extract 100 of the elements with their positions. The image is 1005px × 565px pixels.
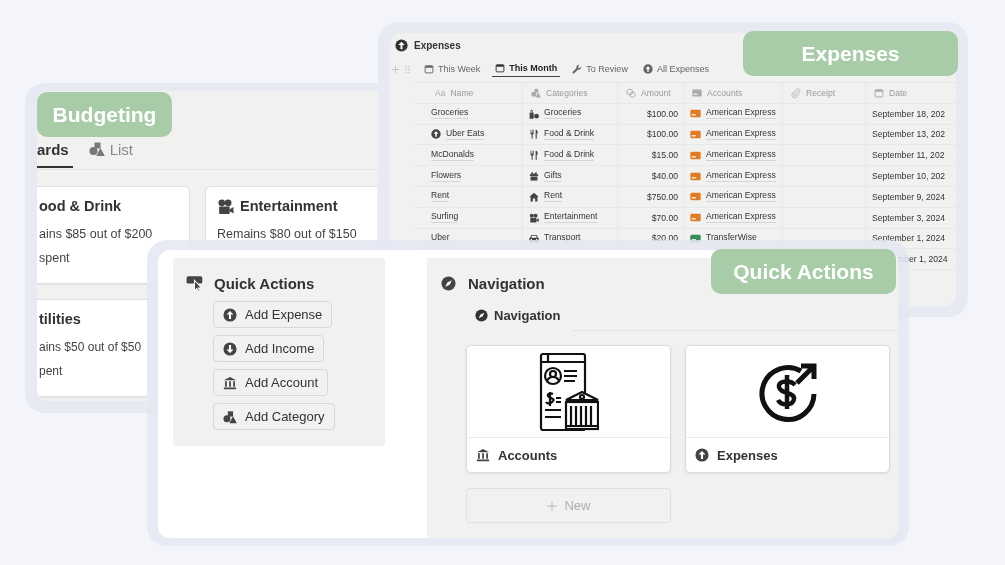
table-cell: McDonalds <box>431 149 474 161</box>
action-button[interactable]: Add Expense <box>213 301 333 328</box>
column-label: Date <box>889 87 908 98</box>
table-cell: September 3, 2024 <box>872 212 946 223</box>
table-cell: Surfing <box>431 212 459 224</box>
column-label: Categories <box>546 87 588 98</box>
cutlery-icon <box>529 150 539 161</box>
coins-icon <box>626 87 636 98</box>
gallery-card[interactable]: Accounts <box>466 345 671 473</box>
table-cell: $40.00 <box>651 171 678 182</box>
plus-icon <box>546 499 559 512</box>
table-cell: $15.00 <box>651 150 678 161</box>
compass-icon <box>441 276 456 291</box>
card-title: Accounts <box>498 447 558 463</box>
bag-icon <box>529 108 539 119</box>
arrow-down-circle-icon <box>223 341 237 356</box>
database-title: Expenses <box>414 39 461 51</box>
paperclip-icon <box>791 87 801 98</box>
table-cell: Food & Drink <box>544 149 595 161</box>
section-title: Navigation <box>468 275 545 292</box>
card-text: spent <box>39 251 71 265</box>
table-cell: Groceries <box>431 108 469 120</box>
action-button[interactable]: Add Category <box>213 403 335 430</box>
table-cell: $70.00 <box>651 212 678 223</box>
table-cell: American Express <box>706 129 776 140</box>
card-text: Remains $80 out of $150 <box>217 227 358 241</box>
calendar-icon <box>874 87 884 98</box>
section-badge: Budgeting <box>37 92 172 137</box>
bank-icon <box>223 375 237 390</box>
table-cell: American Express <box>706 212 776 224</box>
bank-icon <box>476 448 490 462</box>
cursor-icon <box>186 274 204 292</box>
view-tab[interactable]: ards <box>37 141 73 168</box>
table-cell: $100.00 <box>646 108 678 119</box>
table-cell: $20.00 <box>651 233 678 244</box>
arrow-up-circle-icon <box>395 38 408 52</box>
shapes-icon <box>223 409 237 424</box>
column-label: Receipt <box>806 87 836 98</box>
shapes-icon <box>88 141 105 157</box>
section-badge: Expenses <box>743 31 958 76</box>
table-cell: American Express <box>706 170 776 182</box>
column-label: Accounts <box>707 87 743 98</box>
table-cell: $750.00 <box>646 191 678 202</box>
arrow-up-circle-icon <box>431 129 441 140</box>
table-cell: $100.00 <box>646 129 678 140</box>
drag-handle-icon <box>403 64 412 74</box>
column-label: Amount <box>641 87 671 98</box>
table-cell: September 10, 202 <box>872 171 946 182</box>
camera-icon <box>217 197 234 215</box>
view-tab[interactable]: All Expenses <box>639 61 712 77</box>
budget-card[interactable]: tilities ains $50 out of $50 pent <box>37 299 147 397</box>
view-tab[interactable]: This Month <box>492 61 561 77</box>
table-cell: Rent <box>431 191 450 203</box>
action-button[interactable]: Add Income <box>213 335 325 362</box>
table-cell: September 11, 202 <box>872 150 945 161</box>
table-cell: Flowers <box>431 170 462 182</box>
table-cell: Groceries <box>544 108 582 120</box>
card-text: ains $85 out of $200 <box>39 227 154 241</box>
gallery-card[interactable]: Expenses <box>685 345 890 473</box>
card-title: ood & Drink <box>39 198 122 214</box>
plus-icon <box>391 64 400 74</box>
arrow-up-circle-icon <box>223 307 237 322</box>
table-cell: Gifts <box>544 170 562 182</box>
arrow-up-circle-icon <box>642 64 653 74</box>
calendar-icon <box>424 64 434 74</box>
table-cell: September 1, 2024 <box>872 233 946 244</box>
card-icon <box>692 87 702 98</box>
table-cell: September 13, 202 <box>872 129 946 140</box>
table-cell: September 9, 2024 <box>872 191 946 202</box>
card-title: tilities <box>39 311 81 327</box>
section-title: Quick Actions <box>214 274 315 292</box>
card-title: Entertainment <box>240 198 338 214</box>
table-cell: Uber Eats <box>446 129 485 140</box>
table-cell: Rent <box>544 191 563 203</box>
table-cell: American Express <box>706 108 776 120</box>
gift-icon <box>529 171 539 182</box>
table-cell: Entertainment <box>544 212 598 224</box>
section-badge: Quick Actions <box>711 249 896 294</box>
table-cell: Food & Drink <box>544 129 595 140</box>
text-type-glyph: Aa <box>435 87 446 98</box>
camera-icon <box>529 212 539 223</box>
table-cell: American Express <box>706 149 776 161</box>
calendar-icon <box>495 63 506 73</box>
budget-card[interactable]: Entertainment Remains $80 out of $150 <box>205 186 377 242</box>
shapes-icon <box>531 87 541 98</box>
table-cell: September 18, 202 <box>872 108 946 119</box>
view-tab[interactable]: This Week <box>421 61 484 77</box>
action-button[interactable]: Add Account <box>213 369 328 396</box>
card-text: ains $50 out of $50 <box>39 340 143 354</box>
view-title: Navigation <box>494 308 561 323</box>
table-cell: American Express <box>706 191 776 203</box>
column-label: Name <box>450 87 474 98</box>
arrow-up-circle-icon <box>695 448 709 462</box>
view-tab[interactable]: To Review <box>569 61 631 77</box>
house-icon <box>529 191 539 202</box>
cutlery-icon <box>529 129 539 140</box>
compass-icon <box>475 309 488 322</box>
wrench-icon <box>572 64 583 74</box>
card-text: pent <box>39 364 64 378</box>
card-title: Expenses <box>717 447 778 463</box>
